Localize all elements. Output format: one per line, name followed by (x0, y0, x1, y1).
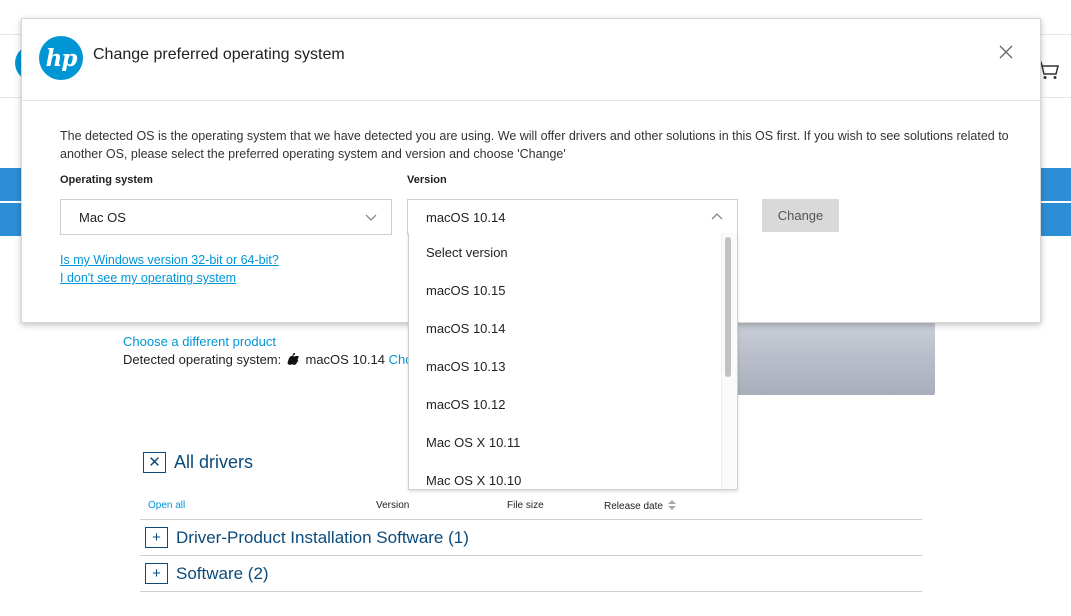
dropdown-scrollbar[interactable] (721, 233, 737, 489)
windows-bitness-link[interactable]: Is my Windows version 32-bit or 64-bit? (60, 253, 279, 267)
all-drivers-title: All drivers (174, 452, 254, 472)
version-options-list: Select version macOS 10.15 macOS 10.14 m… (409, 233, 723, 489)
missing-os-link[interactable]: I don't see my operating system (60, 271, 236, 285)
driver-category-label: Driver-Product Installation Software (1) (176, 527, 469, 547)
version-option[interactable]: macOS 10.12 (409, 385, 723, 423)
modal-description: The detected OS is the operating system … (60, 129, 1009, 161)
modal-title: Change preferred operating system (93, 46, 345, 63)
chevron-down-icon (365, 214, 377, 221)
driver-category-row[interactable]: + Software (2) (140, 556, 922, 592)
os-label: Operating system (60, 174, 153, 186)
column-version: Version (376, 500, 410, 511)
column-file-size: File size (507, 500, 544, 511)
version-select[interactable]: macOS 10.14 (407, 199, 738, 235)
all-drivers-header[interactable]: ✕ All drivers (143, 452, 253, 473)
close-icon[interactable] (997, 43, 1015, 61)
chevron-up-icon (711, 213, 723, 220)
hp-logo: hp (39, 36, 83, 80)
driver-category-row[interactable]: + Driver-Product Installation Software (… (140, 520, 922, 556)
detected-os-label: Detected operating system: (123, 352, 282, 367)
detected-os-line: Detected operating system: macOS 10.14 C… (123, 352, 426, 367)
scrollbar-thumb[interactable] (725, 237, 731, 377)
expand-icon[interactable]: + (145, 527, 168, 548)
version-dropdown[interactable]: Select version macOS 10.15 macOS 10.14 m… (408, 233, 738, 490)
version-option[interactable]: macOS 10.13 (409, 347, 723, 385)
os-select-value: Mac OS (79, 209, 126, 225)
release-date-label: Release date (604, 501, 663, 512)
os-select[interactable]: Mac OS (60, 199, 392, 235)
driver-category-label: Software (2) (176, 563, 269, 583)
open-all-link[interactable]: Open all (148, 500, 185, 511)
expand-icon[interactable]: + (145, 563, 168, 584)
version-option[interactable]: Mac OS X 10.10 (409, 461, 723, 489)
apple-icon (287, 353, 299, 365)
sort-icon[interactable] (667, 500, 676, 510)
version-select-value: macOS 10.14 (426, 209, 506, 225)
drivers-table-header: Open all Version File size Release date (140, 498, 922, 520)
version-option[interactable]: Select version (409, 233, 723, 271)
column-release-date[interactable]: Release date (604, 500, 676, 512)
change-button[interactable]: Change (762, 199, 839, 232)
version-option[interactable]: macOS 10.14 (409, 309, 723, 347)
version-label: Version (407, 174, 447, 186)
modal-header: hp Change preferred operating system (22, 19, 1040, 101)
version-option[interactable]: Mac OS X 10.11 (409, 423, 723, 461)
version-option[interactable]: macOS 10.15 (409, 271, 723, 309)
collapse-icon[interactable]: ✕ (143, 452, 166, 473)
detected-os-value: macOS 10.14 (305, 352, 386, 367)
choose-different-product-link[interactable]: Choose a different product (123, 334, 276, 349)
